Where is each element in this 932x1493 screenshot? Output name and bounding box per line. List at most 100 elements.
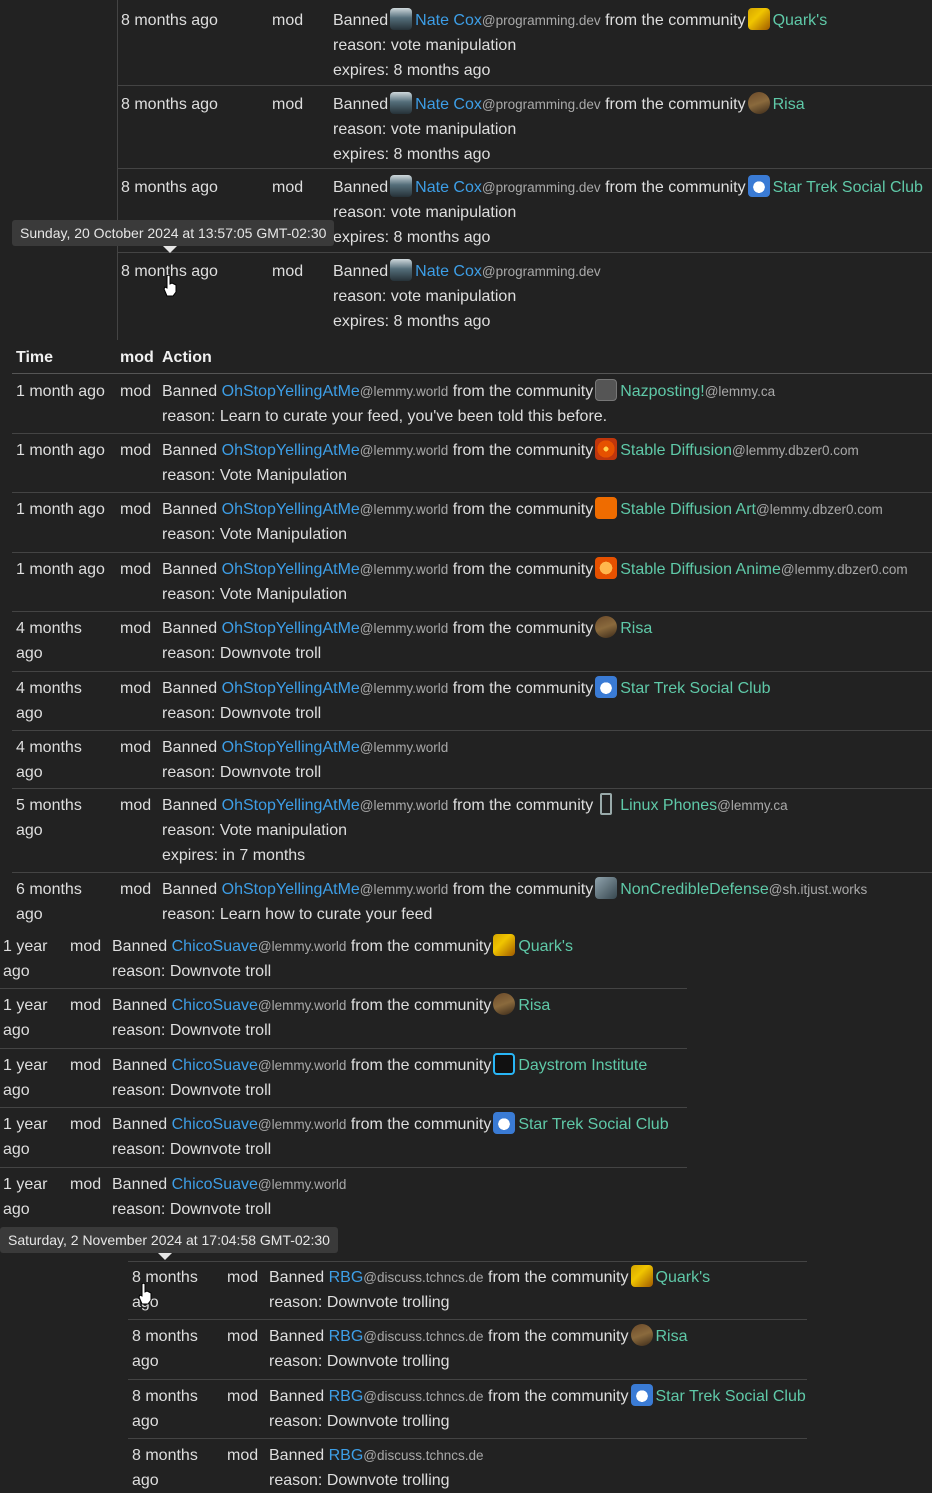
user-link[interactable]: OhStopYellingAtMe	[222, 501, 360, 518]
action-cell: Banned OhStopYellingAtMe@lemmy.world fro…	[162, 616, 652, 666]
time-cell[interactable]: 1 year ago	[3, 993, 58, 1043]
community-link[interactable]: Star Trek Social Club	[773, 179, 923, 196]
hand-cursor-icon	[138, 1283, 152, 1305]
user-link[interactable]: OhStopYellingAtMe	[222, 739, 360, 756]
user-link[interactable]: Nate Cox	[415, 12, 482, 29]
user-avatar-icon	[390, 92, 413, 114]
time-cell[interactable]: 5 months ago	[16, 793, 96, 843]
noncredibledefense-icon	[595, 877, 618, 899]
risa-community-icon	[747, 92, 770, 114]
reason-text: reason: Downvote troll	[112, 1082, 272, 1099]
time-cell[interactable]: 8 months ago	[132, 1443, 212, 1493]
community-instance: @lemmy.dbzer0.com	[731, 443, 859, 458]
time-cell[interactable]: 8 months ago	[132, 1324, 212, 1374]
community-link[interactable]: Daystrom Institute	[518, 1057, 647, 1074]
banned-label: Banned	[112, 1057, 168, 1074]
reason-text: reason: Downvote troll	[162, 764, 322, 781]
banned-label: Banned	[269, 1447, 325, 1464]
tooltip-arrow	[158, 1253, 172, 1260]
user-link[interactable]: ChicoSuave	[172, 938, 258, 955]
time-cell[interactable]: 8 months ago	[132, 1384, 212, 1434]
star-trek-social-club-icon	[595, 676, 618, 698]
community-link[interactable]: Linux Phones	[620, 797, 717, 814]
user-link[interactable]: Nate Cox	[415, 96, 482, 113]
reason-text: reason: Downvote troll	[112, 963, 272, 980]
user-link[interactable]: ChicoSuave	[172, 997, 258, 1014]
quarks-community-icon	[493, 934, 516, 956]
action-cell: Banned Nate Cox@programming.dev from the …	[333, 8, 827, 83]
community-link[interactable]: Star Trek Social Club	[518, 1116, 668, 1133]
user-link[interactable]: RBG	[329, 1328, 364, 1345]
time-cell[interactable]: 6 months ago	[16, 877, 96, 927]
time-cell[interactable]: 1 year ago	[3, 1112, 58, 1162]
user-instance: @programming.dev	[481, 13, 601, 28]
user-link[interactable]: OhStopYellingAtMe	[222, 680, 360, 697]
mod-cell: mod	[272, 96, 304, 113]
user-link[interactable]: ChicoSuave	[172, 1176, 258, 1193]
community-link[interactable]: Star Trek Social Club	[620, 680, 770, 697]
time-cell[interactable]: 1 month ago	[16, 379, 116, 404]
user-link[interactable]: RBG	[329, 1388, 364, 1405]
action-cell: Banned OhStopYellingAtMe@lemmy.world fro…	[162, 676, 770, 726]
time-cell[interactable]: 8 months ago	[121, 92, 218, 117]
mod-cell: mod	[227, 1328, 259, 1345]
banned-label: Banned	[112, 1116, 168, 1133]
mod-cell: mod	[120, 383, 152, 400]
community-link[interactable]: Stable Diffusion Anime	[620, 561, 781, 578]
time-cell[interactable]: 1 year ago	[3, 1172, 58, 1222]
community-link[interactable]: Star Trek Social Club	[656, 1388, 806, 1405]
user-link[interactable]: Nate Cox	[415, 179, 482, 196]
header-action: Action	[162, 349, 212, 366]
time-cell[interactable]: 8 months ago	[121, 8, 218, 33]
user-link[interactable]: OhStopYellingAtMe	[222, 620, 360, 637]
table-header: Time mod Action	[12, 345, 932, 374]
time-cell[interactable]: 8 months ago	[121, 175, 218, 200]
community-link[interactable]: Risa	[518, 997, 550, 1014]
community-link[interactable]: Quark's	[518, 938, 573, 955]
reason-text: reason: Vote Manipulation	[162, 467, 348, 484]
time-cell[interactable]: 1 year ago	[3, 1053, 58, 1103]
user-link[interactable]: OhStopYellingAtMe	[222, 561, 360, 578]
action-cell: Banned RBG@discuss.tchncs.de from the co…	[269, 1265, 710, 1315]
user-link[interactable]: ChicoSuave	[172, 1057, 258, 1074]
time-cell[interactable]: 1 month ago	[16, 438, 116, 463]
user-instance: @discuss.tchncs.de	[363, 1448, 484, 1463]
community-link[interactable]: NonCredibleDefense	[620, 881, 769, 898]
user-link[interactable]: OhStopYellingAtMe	[222, 797, 360, 814]
community-link[interactable]: Risa	[620, 620, 652, 637]
mod-cell: mod	[227, 1388, 259, 1405]
community-instance: @lemmy.ca	[717, 798, 788, 813]
user-link[interactable]: RBG	[329, 1447, 364, 1464]
community-link[interactable]: Quark's	[773, 12, 828, 29]
community-link[interactable]: Stable Diffusion Art	[620, 501, 756, 518]
table-row: 8 months ago mod Banned RBG@discuss.tchn…	[128, 1320, 807, 1380]
user-link[interactable]: OhStopYellingAtMe	[222, 881, 360, 898]
time-cell[interactable]: 1 year ago	[3, 934, 58, 984]
header-time: Time	[16, 349, 54, 366]
user-instance: @lemmy.world	[359, 740, 449, 755]
time-cell[interactable]: 1 month ago	[16, 497, 116, 522]
time-cell[interactable]: 4 months ago	[16, 676, 96, 726]
user-link[interactable]: OhStopYellingAtMe	[222, 383, 360, 400]
community-link[interactable]: Quark's	[656, 1269, 711, 1286]
community-link[interactable]: Nazposting!	[620, 383, 705, 400]
banned-label: Banned	[112, 1176, 168, 1193]
action-cell: Banned RBG@discuss.tchncs.de from the co…	[269, 1384, 806, 1434]
time-cell[interactable]: 4 months ago	[16, 616, 96, 666]
from-label: from the community	[452, 383, 594, 400]
user-link[interactable]: ChicoSuave	[172, 1116, 258, 1133]
time-cell[interactable]: 1 month ago	[16, 557, 116, 582]
user-link[interactable]: Nate Cox	[415, 263, 482, 280]
mod-cell: mod	[70, 1176, 102, 1193]
community-link[interactable]: Risa	[656, 1328, 688, 1345]
community-link[interactable]: Risa	[773, 96, 805, 113]
time-cell[interactable]: 4 months ago	[16, 735, 96, 785]
user-link[interactable]: OhStopYellingAtMe	[222, 442, 360, 459]
user-link[interactable]: RBG	[329, 1269, 364, 1286]
from-label: from the community	[605, 12, 746, 29]
community-link[interactable]: Stable Diffusion	[620, 442, 732, 459]
from-label: from the community	[488, 1388, 629, 1405]
mod-cell: mod	[272, 179, 304, 196]
reason-text: reason: Downvote trolling	[269, 1353, 450, 1370]
stable-diffusion-icon	[595, 438, 618, 460]
